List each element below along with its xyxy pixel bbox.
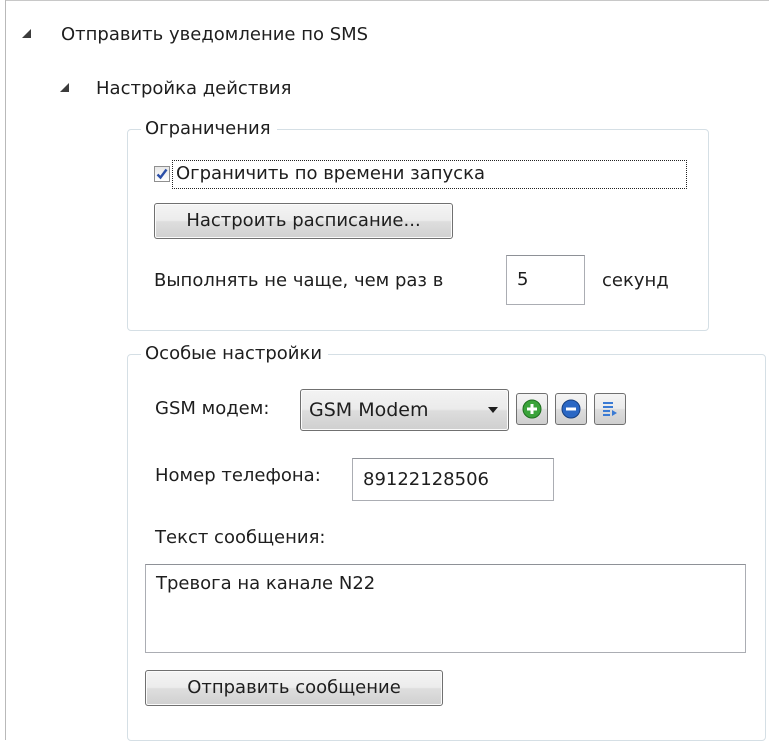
- panel-border-top: [5, 0, 769, 1]
- remove-modem-button[interactable]: [555, 393, 587, 425]
- edit-list-icon: [603, 402, 617, 416]
- collapse-triangle-icon[interactable]: [22, 29, 31, 38]
- gsm-modem-label: GSM модем:: [155, 398, 270, 419]
- special-settings-title: Особые настройки: [141, 343, 329, 365]
- message-text-area[interactable]: Тревога на канале N22: [145, 564, 746, 653]
- phone-number-label: Номер телефона:: [155, 465, 321, 486]
- plus-circle-icon: [522, 399, 542, 419]
- rate-interval-input[interactable]: 5: [506, 255, 585, 305]
- send-message-button[interactable]: Отправить сообщение: [145, 670, 443, 706]
- minus-circle-icon: [561, 399, 581, 419]
- checkmark-icon: [156, 168, 168, 180]
- rate-unit-label: секунд: [602, 270, 669, 291]
- add-modem-button[interactable]: [516, 393, 548, 425]
- gsm-modem-select[interactable]: GSM Modem: [300, 389, 509, 431]
- tree-item-send-sms[interactable]: Отправить уведомление по SMS: [61, 24, 368, 45]
- chevron-down-icon: [488, 407, 498, 413]
- message-text-label: Текст сообщения:: [155, 527, 326, 548]
- panel-border-left: [5, 0, 6, 740]
- limit-by-time-checkbox[interactable]: [154, 166, 170, 182]
- edit-modem-button[interactable]: [594, 393, 626, 425]
- configure-schedule-button[interactable]: Настроить расписание...: [154, 203, 453, 239]
- gsm-modem-selected-value: GSM Modem: [309, 399, 429, 421]
- limit-by-time-label[interactable]: Ограничить по времени запуска: [176, 163, 485, 184]
- phone-number-input[interactable]: 89122128506: [352, 458, 554, 501]
- collapse-triangle-icon[interactable]: [60, 83, 69, 92]
- rate-limit-label: Выполнять не чаще, чем раз в: [154, 270, 444, 291]
- tree-item-action-settings[interactable]: Настройка действия: [96, 78, 291, 99]
- limits-group-title: Ограничения: [141, 118, 277, 140]
